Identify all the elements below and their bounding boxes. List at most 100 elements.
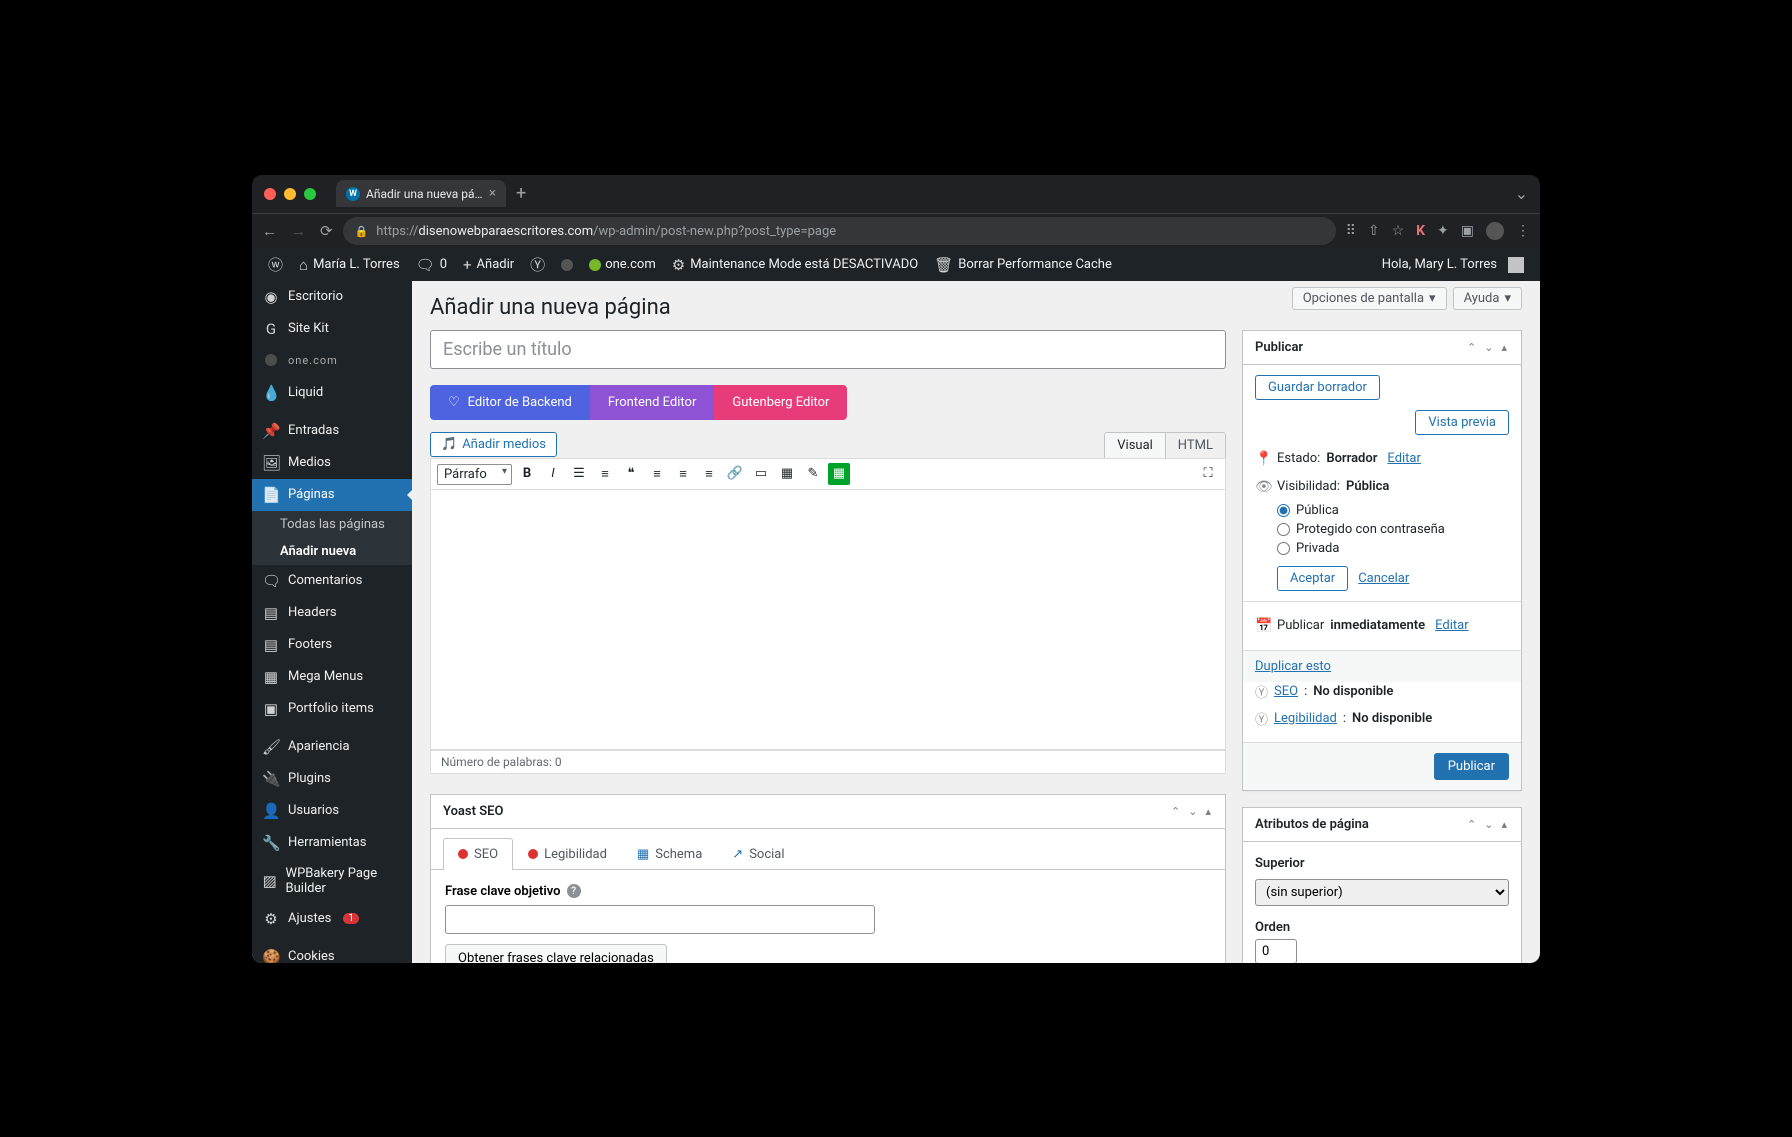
save-draft-button[interactable]: Guardar borrador [1255, 375, 1380, 400]
chevron-down-icon[interactable]: ⌄ [1186, 803, 1199, 820]
maintenance-link[interactable]: ⚙Maintenance Mode está DESACTIVADO [664, 249, 926, 281]
circle-adminbar[interactable] [553, 249, 581, 281]
yoast-adminbar[interactable]: Ⓨ [522, 249, 553, 281]
order-input[interactable] [1255, 939, 1297, 963]
wp-logo[interactable]: ⓦ [260, 249, 291, 281]
panel-icon[interactable]: ▣ [1461, 223, 1474, 239]
keyphrase-input[interactable] [445, 905, 875, 934]
related-keyphrases-button[interactable]: Obtener frases clave relacionadas [445, 944, 667, 963]
site-name-link[interactable]: ⌂María L. Torres [291, 249, 408, 281]
close-icon[interactable]: × [489, 186, 496, 201]
sidebar-item-posts[interactable]: 📌Entradas [252, 415, 412, 447]
edit-schedule-link[interactable]: Editar [1435, 618, 1469, 633]
seo-link[interactable]: SEO [1274, 684, 1298, 699]
sidebar-item-sitekit[interactable]: GSite Kit [252, 313, 412, 345]
caret-up-icon[interactable]: ▴ [1203, 803, 1213, 820]
visibility-public-radio[interactable] [1277, 504, 1290, 517]
content-editor[interactable] [430, 490, 1226, 750]
title-input[interactable] [430, 330, 1226, 369]
sidebar-item-plugins[interactable]: 🔌Plugins [252, 763, 412, 795]
html-tab[interactable]: HTML [1165, 433, 1225, 458]
sidebar-item-wpbakery[interactable]: ▨WPBakery Page Builder [252, 859, 412, 903]
cache-link[interactable]: 🗑Borrar Performance Cache [926, 249, 1120, 281]
sidebar-subitem-all-pages[interactable]: Todas las páginas [252, 511, 412, 538]
menu-icon[interactable]: ⋮ [1516, 223, 1530, 239]
yoast-tab-schema[interactable]: ▦Schema [622, 838, 717, 870]
caret-up-icon[interactable]: ▴ [1499, 339, 1509, 356]
frontend-editor-tab[interactable]: Frontend Editor [590, 385, 714, 420]
visual-tab[interactable]: Visual [1105, 433, 1165, 458]
sidebar-item-onecom[interactable]: one.com [252, 345, 412, 377]
duplicate-link[interactable]: Duplicar esto [1255, 659, 1331, 674]
sidebar-item-headers[interactable]: ▤Headers [252, 597, 412, 629]
sidebar-item-footers[interactable]: ▤Footers [252, 629, 412, 661]
quote-button[interactable]: ❝ [620, 463, 642, 485]
browser-tab[interactable]: W Añadir una nueva página < Ma... × [336, 180, 506, 207]
sidebar-item-portfolio[interactable]: ▣Portfolio items [252, 693, 412, 725]
gutenberg-editor-tab[interactable]: Gutenberg Editor [714, 385, 847, 420]
backend-editor-tab[interactable]: ♡Editor de Backend [430, 385, 590, 420]
sidebar-item-dashboard[interactable]: ◉Escritorio [252, 281, 412, 313]
comments-link[interactable]: 🗨0 [408, 249, 455, 281]
screen-options-button[interactable]: Opciones de pantalla▾ [1292, 287, 1447, 310]
reload-icon[interactable]: ⟳ [320, 222, 333, 240]
format-select[interactable]: Párrafo [437, 464, 512, 485]
sidebar-item-liquid[interactable]: 💧Liquid [252, 377, 412, 409]
preview-button[interactable]: Vista previa [1415, 410, 1509, 435]
italic-button[interactable]: I [542, 463, 564, 485]
chevron-down-icon[interactable]: ⌄ [1515, 184, 1528, 203]
profile-badge[interactable]: K [1416, 223, 1425, 239]
publish-button[interactable]: Publicar [1434, 753, 1509, 780]
new-tab-button[interactable]: + [516, 183, 526, 204]
yoast-tab-seo[interactable]: SEO [443, 838, 513, 870]
forward-icon[interactable]: → [291, 222, 306, 240]
sidebar-item-comments[interactable]: 🗨Comentarios [252, 565, 412, 597]
bold-button[interactable]: B [516, 463, 538, 485]
parent-select[interactable]: (sin superior) [1255, 879, 1509, 906]
yoast-tab-social[interactable]: ↗Social [717, 838, 799, 870]
onecom-adminbar[interactable]: one.com [581, 249, 664, 281]
add-new-link[interactable]: +Añadir [455, 249, 522, 281]
sidebar-item-settings[interactable]: ⚙Ajustes1 [252, 903, 412, 935]
accept-button[interactable]: Aceptar [1277, 566, 1348, 591]
add-media-button[interactable]: 🎵Añadir medios [430, 432, 557, 457]
sidebar-item-tools[interactable]: 🔧Herramientas [252, 827, 412, 859]
align-center-button[interactable]: ≡ [672, 463, 694, 485]
greeting-link[interactable]: Hola, Mary L. Torres [1374, 249, 1532, 281]
address-input[interactable]: 🔒 https://disenowebparaescritores.com/wp… [343, 217, 1336, 245]
yoast-tab-readability[interactable]: Legibilidad [513, 838, 622, 870]
visibility-password-radio[interactable] [1277, 523, 1290, 536]
sidebar-item-megamenus[interactable]: ▦Mega Menus [252, 661, 412, 693]
window-maximize-button[interactable] [304, 188, 316, 200]
chevron-down-icon[interactable]: ⌄ [1482, 339, 1495, 356]
help-button[interactable]: Ayuda▾ [1453, 287, 1522, 310]
link-button[interactable]: 🔗 [724, 463, 746, 485]
chevron-up-icon[interactable]: ⌃ [1169, 803, 1182, 820]
more-button[interactable]: ▭ [750, 463, 772, 485]
extensions-icon[interactable]: ✦ [1437, 223, 1449, 239]
cancel-link[interactable]: Cancelar [1358, 571, 1409, 586]
star-icon[interactable]: ☆ [1392, 223, 1405, 239]
back-icon[interactable]: ← [262, 222, 277, 240]
sidebar-subitem-add-page[interactable]: Añadir nueva [252, 538, 412, 565]
sidebar-item-pages[interactable]: 📄Páginas [252, 479, 412, 511]
toolbar-toggle-button[interactable]: ▦ [776, 463, 798, 485]
chevron-up-icon[interactable]: ⌃ [1465, 339, 1478, 356]
visibility-private-radio[interactable] [1277, 542, 1290, 555]
sidebar-item-media[interactable]: 🖼Medios [252, 447, 412, 479]
window-close-button[interactable] [264, 188, 276, 200]
sidebar-item-appearance[interactable]: 🖌Apariencia [252, 731, 412, 763]
translate-icon[interactable]: ⠿ [1346, 223, 1356, 239]
avatar-icon[interactable] [1486, 222, 1504, 240]
chevron-down-icon[interactable]: ⌄ [1482, 816, 1495, 833]
edit-status-link[interactable]: Editar [1387, 451, 1421, 466]
align-left-button[interactable]: ≡ [646, 463, 668, 485]
align-right-button[interactable]: ≡ [698, 463, 720, 485]
chevron-up-icon[interactable]: ⌃ [1465, 816, 1478, 833]
fullscreen-button[interactable]: ⛶ [1197, 463, 1219, 485]
sidebar-item-users[interactable]: 👤Usuarios [252, 795, 412, 827]
table-button[interactable]: ▦ [828, 463, 850, 485]
readability-link[interactable]: Legibilidad [1274, 711, 1337, 726]
window-minimize-button[interactable] [284, 188, 296, 200]
caret-up-icon[interactable]: ▴ [1499, 816, 1509, 833]
